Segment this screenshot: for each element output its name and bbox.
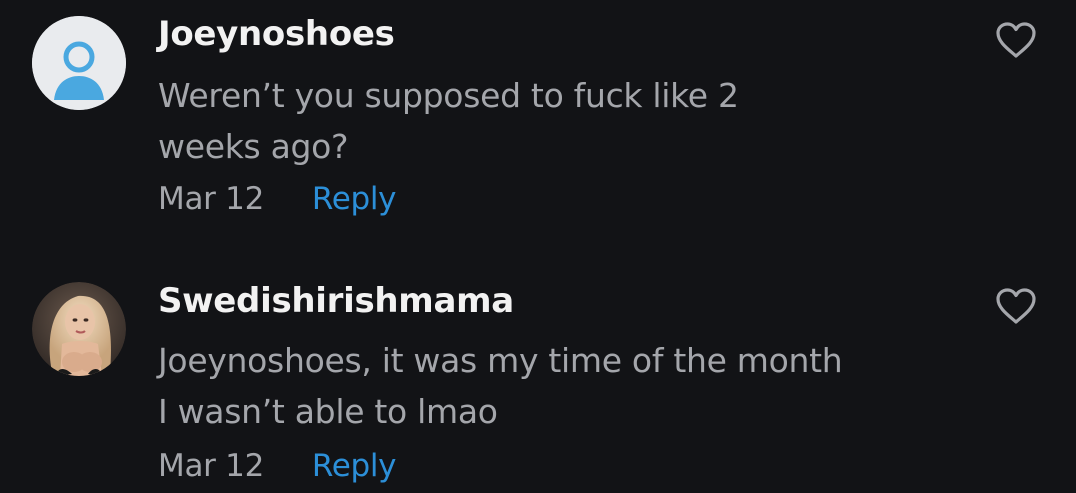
- comment-text: Weren’t you supposed to fuck like 2 week…: [158, 70, 958, 172]
- reply-button[interactable]: Reply: [312, 448, 397, 484]
- comment-username[interactable]: Joeynoshoes: [158, 14, 395, 54]
- like-button[interactable]: [994, 20, 1038, 60]
- comment-text-line: weeks ago?: [158, 127, 349, 166]
- avatar[interactable]: [32, 16, 126, 110]
- reply-button[interactable]: Reply: [312, 181, 397, 217]
- comment-text-line: Weren’t you supposed to fuck like 2: [158, 76, 739, 115]
- comment-meta: Mar 12 Reply: [158, 181, 397, 217]
- default-user-icon: [32, 16, 126, 110]
- comment-text-line: Joeynoshoes, it was my time of the month: [158, 341, 843, 380]
- comment-text-line: I wasn’t able to lmao: [158, 392, 498, 431]
- heart-outline-icon: [996, 22, 1036, 58]
- avatar[interactable]: [32, 282, 126, 376]
- like-button[interactable]: [994, 286, 1038, 326]
- comment-date: Mar 12: [158, 448, 264, 484]
- comment-date: Mar 12: [158, 181, 264, 217]
- comment-meta: Mar 12 Reply: [158, 448, 397, 484]
- heart-outline-icon: [996, 288, 1036, 324]
- comment-username[interactable]: Swedishirishmama: [158, 281, 514, 321]
- profile-photo: [32, 282, 126, 376]
- comment-text: Joeynoshoes, it was my time of the month…: [158, 335, 958, 437]
